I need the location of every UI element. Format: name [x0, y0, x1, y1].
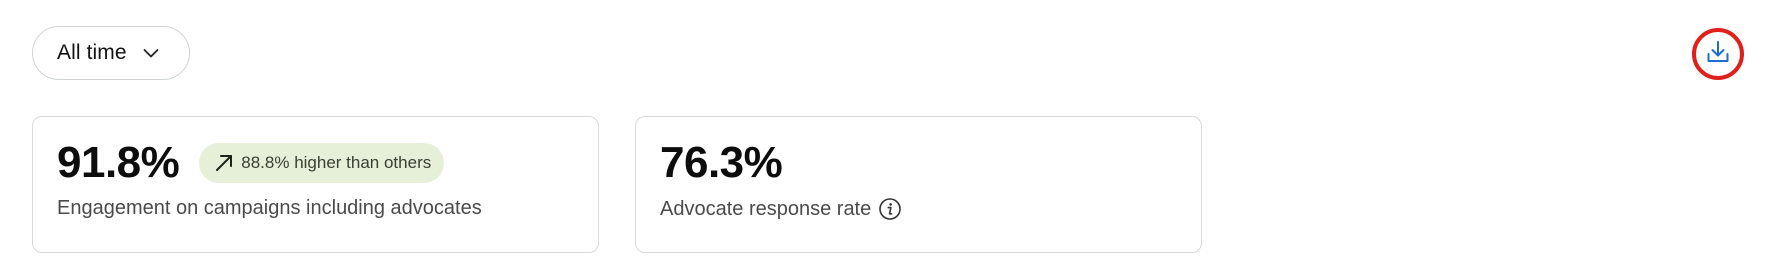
metric-label: Engagement on campaigns including advoca…	[57, 197, 482, 220]
time-range-dropdown[interactable]: All time	[32, 26, 190, 80]
metric-value: 91.8%	[57, 138, 180, 187]
metric-label: Advocate response rate	[660, 197, 902, 221]
trend-badge-text: 88.8% higher than others	[241, 153, 432, 172]
time-range-selected-label: All time	[57, 41, 127, 64]
metric-label-text: Advocate response rate	[660, 197, 872, 220]
metric-value: 76.3%	[660, 138, 783, 187]
download-button[interactable]	[1693, 29, 1743, 79]
chevron-down-icon	[141, 43, 161, 63]
download-icon	[1705, 39, 1731, 70]
trend-badge: 88.8% higher than others	[199, 143, 445, 183]
metric-label-text: Engagement on campaigns including advoca…	[57, 197, 482, 219]
metric-row: 91.8% 88.8% higher than others	[57, 138, 445, 187]
metric-row: 76.3%	[660, 138, 783, 187]
info-icon[interactable]	[878, 197, 902, 221]
metric-card-response-rate: 76.3% Advocate response rate	[635, 116, 1202, 253]
trend-up-arrow-icon	[213, 152, 235, 174]
metric-card-engagement: 91.8% 88.8% higher than others Engagemen…	[32, 116, 599, 253]
analytics-page: All time 91.8% 88.8% higher than others …	[0, 0, 1770, 272]
